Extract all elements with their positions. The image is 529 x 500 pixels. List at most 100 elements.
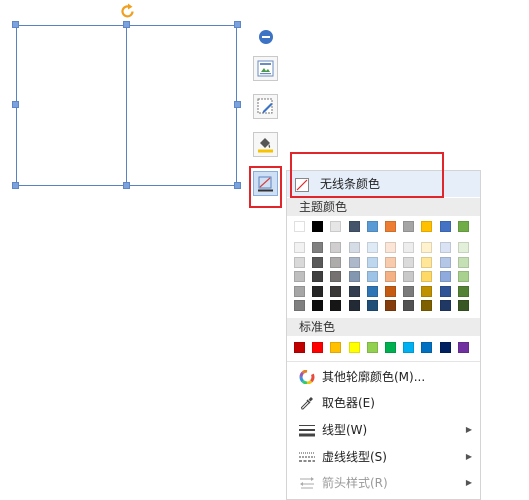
theme-shade-swatch[interactable] [312, 285, 323, 297]
theme-shade-swatch[interactable] [385, 285, 396, 297]
theme-shade-swatch[interactable] [385, 300, 396, 311]
theme-shade-swatch[interactable] [330, 271, 341, 282]
standard-color-swatch[interactable] [440, 342, 451, 353]
theme-shade-swatch[interactable] [403, 256, 414, 268]
theme-shade-swatch[interactable] [294, 256, 305, 268]
theme-shade-swatch[interactable] [367, 271, 378, 282]
theme-shade-swatch[interactable] [367, 256, 378, 268]
theme-shade-swatch[interactable] [421, 256, 432, 268]
theme-shade-swatch[interactable] [367, 242, 378, 253]
theme-color-swatch[interactable] [349, 221, 360, 232]
theme-shade-swatch[interactable] [349, 256, 360, 268]
standard-color-swatch[interactable] [312, 342, 323, 353]
standard-color-swatch[interactable] [367, 342, 378, 353]
theme-color-swatch[interactable] [403, 221, 414, 232]
theme-shade-swatch[interactable] [421, 285, 432, 297]
standard-color-swatch[interactable] [349, 342, 360, 353]
resize-handle-top-left[interactable] [12, 21, 19, 28]
layout-options-icon [257, 60, 274, 77]
resize-handle-bottom-left[interactable] [12, 182, 19, 189]
theme-shade-swatch[interactable] [349, 271, 360, 282]
theme-shade-swatch[interactable] [367, 285, 378, 297]
theme-shade-swatch[interactable] [421, 271, 432, 282]
theme-color-swatch[interactable] [421, 221, 432, 232]
theme-shade-swatch[interactable] [385, 256, 396, 268]
theme-shade-swatch[interactable] [440, 300, 451, 311]
line-weight-item[interactable]: 线型(W) ▶ [287, 417, 480, 443]
dash-type-label: 虚线线型(S) [322, 450, 387, 464]
standard-color-swatch[interactable] [403, 342, 414, 353]
theme-shade-swatch[interactable] [330, 242, 341, 253]
outline-pen-icon [258, 176, 273, 192]
standard-color-swatch[interactable] [330, 342, 341, 353]
rotate-handle-icon[interactable] [120, 2, 136, 20]
theme-shade-swatch[interactable] [330, 300, 341, 311]
theme-shade-swatch[interactable] [294, 300, 305, 311]
theme-shade-swatch[interactable] [403, 285, 414, 297]
theme-shade-swatch[interactable] [458, 242, 469, 253]
theme-color-swatch[interactable] [330, 221, 341, 232]
theme-shade-swatch[interactable] [312, 242, 323, 253]
theme-shade-swatch[interactable] [458, 300, 469, 311]
resize-handle-right[interactable] [234, 101, 241, 108]
theme-shade-swatch[interactable] [440, 271, 451, 282]
outline-button[interactable] [253, 171, 278, 196]
line-weight-icon [299, 425, 315, 437]
edit-shape-icon [257, 98, 273, 114]
arrow-style-label: 箭头样式(R) [322, 476, 388, 490]
standard-color-swatch[interactable] [385, 342, 396, 353]
theme-shade-swatch[interactable] [294, 271, 305, 282]
theme-shade-swatch[interactable] [440, 242, 451, 253]
fill-button[interactable] [253, 132, 278, 157]
layout-options-button[interactable] [253, 56, 278, 81]
theme-color-swatch[interactable] [440, 221, 451, 232]
theme-shade-swatch[interactable] [440, 285, 451, 297]
resize-handle-bottom-right[interactable] [234, 182, 241, 189]
theme-shade-swatch[interactable] [349, 285, 360, 297]
standard-colors-heading: 标准色 [287, 318, 480, 336]
theme-shade-swatch[interactable] [440, 256, 451, 268]
theme-color-swatch[interactable] [367, 221, 378, 232]
theme-shade-swatch[interactable] [312, 256, 323, 268]
theme-color-swatch[interactable] [458, 221, 469, 232]
resize-handle-left[interactable] [12, 101, 19, 108]
theme-shade-swatch[interactable] [330, 256, 341, 268]
theme-shade-swatch[interactable] [349, 242, 360, 253]
collapse-button[interactable] [258, 29, 274, 45]
theme-color-swatch[interactable] [385, 221, 396, 232]
theme-shade-swatch[interactable] [421, 242, 432, 253]
theme-shade-swatch[interactable] [403, 271, 414, 282]
resize-handle-bottom[interactable] [123, 182, 130, 189]
theme-shade-swatch[interactable] [312, 300, 323, 311]
arrow-style-icon [300, 477, 314, 489]
standard-color-swatch[interactable] [458, 342, 469, 353]
submenu-arrow-icon: ▶ [465, 478, 472, 487]
shape-style-button[interactable] [253, 94, 278, 119]
more-outline-colors-item[interactable]: 其他轮廓颜色(M)... [287, 364, 480, 390]
arrow-style-item[interactable]: 箭头样式(R) ▶ [287, 470, 480, 496]
eyedropper-item[interactable]: 取色器(E) [287, 390, 480, 416]
more-outline-colors-label: 其他轮廓颜色(M)... [322, 370, 426, 384]
theme-shade-swatch[interactable] [403, 242, 414, 253]
theme-shade-swatch[interactable] [458, 271, 469, 282]
theme-shade-swatch[interactable] [367, 300, 378, 311]
theme-shade-swatch[interactable] [385, 242, 396, 253]
theme-shade-swatch[interactable] [421, 300, 432, 311]
theme-color-swatch[interactable] [312, 221, 323, 232]
resize-handle-top[interactable] [123, 21, 130, 28]
theme-color-swatch[interactable] [294, 221, 305, 232]
theme-shade-swatch[interactable] [458, 256, 469, 268]
dash-type-item[interactable]: 虚线线型(S) ▶ [287, 444, 480, 470]
theme-shade-swatch[interactable] [312, 271, 323, 282]
theme-shade-swatch[interactable] [330, 285, 341, 297]
theme-shade-swatch[interactable] [403, 300, 414, 311]
theme-shade-swatch[interactable] [294, 242, 305, 253]
resize-handle-top-right[interactable] [234, 21, 241, 28]
standard-color-swatch[interactable] [294, 342, 305, 353]
theme-shade-swatch[interactable] [458, 285, 469, 297]
standard-color-swatch[interactable] [421, 342, 432, 353]
theme-shade-swatch[interactable] [294, 285, 305, 297]
no-line-color-highlight [290, 152, 444, 198]
theme-shade-swatch[interactable] [349, 300, 360, 311]
theme-shade-swatch[interactable] [385, 271, 396, 282]
